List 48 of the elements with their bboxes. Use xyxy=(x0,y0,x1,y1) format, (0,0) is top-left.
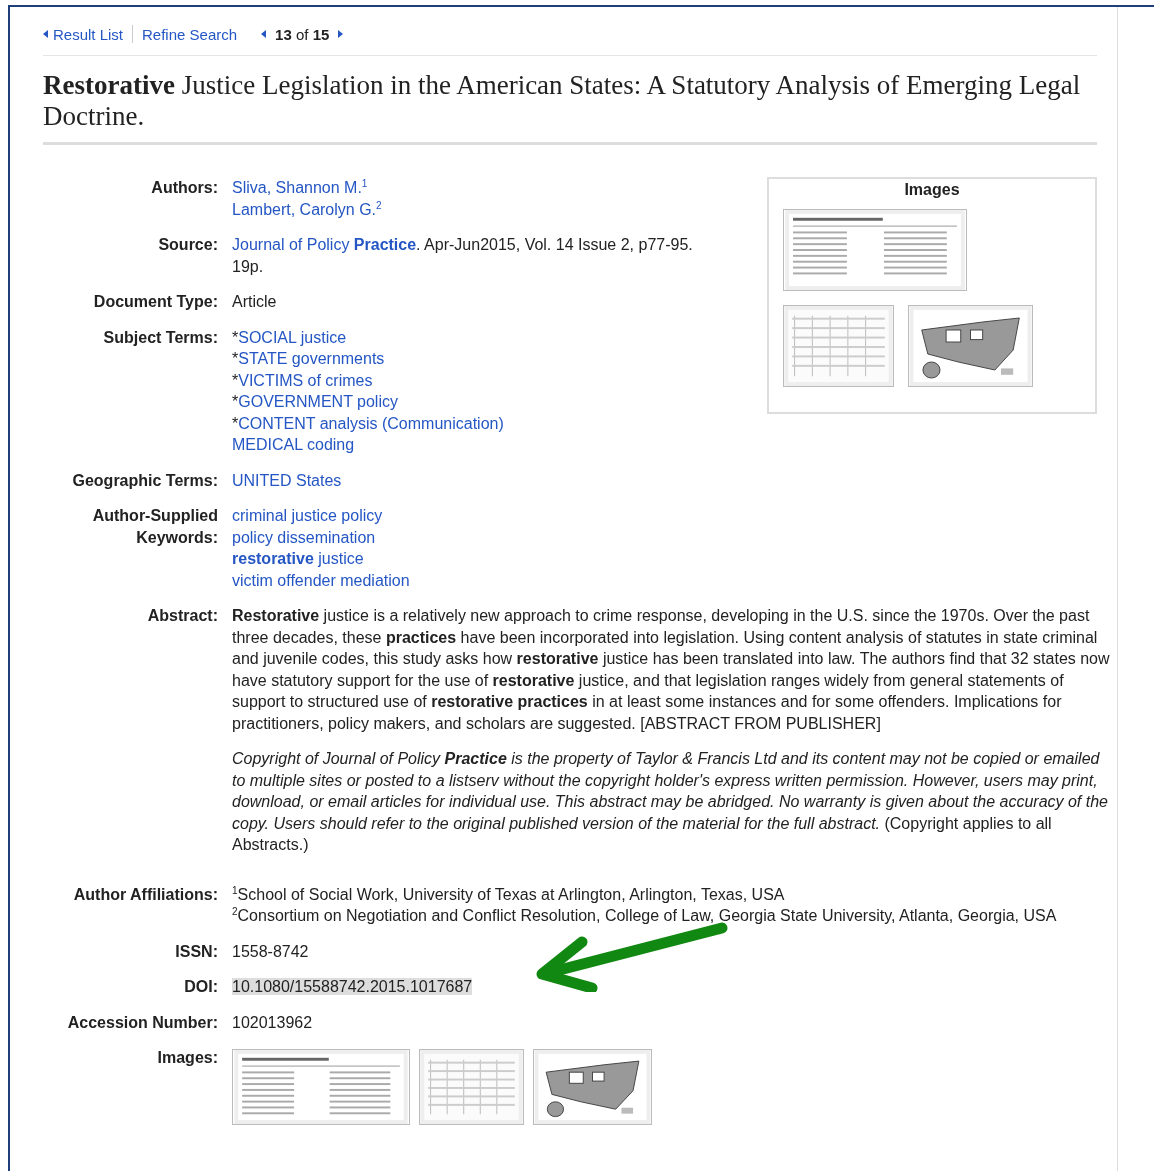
field-label: Images: xyxy=(157,1049,218,1066)
copyright-notice: Copyright of Journal of Policy Practice is the property of Taylor & Francis Ltd and its content may not be copied or emailed to multiple sites or posted to a listserv without the copyright holder's express written permission. However, users may print, download, or email articles for individual use. This abstract may be abridged. No warranty is given about the accuracy of the copy. Users should refer to the original published version of the material for the full abstract. (Copyright applies to all Abstracts.) xyxy=(232,749,1109,855)
term-link[interactable]: victim offender mediation xyxy=(232,571,410,589)
field-label: ISSN: xyxy=(175,942,218,960)
field-value: Article xyxy=(232,292,278,312)
field-label: Geographic Terms: xyxy=(72,471,218,489)
field-label: Author-Supplied Keywords: xyxy=(92,507,218,546)
term-link[interactable]: restorative justice xyxy=(232,550,364,567)
term-link[interactable]: CONTENT analysis (Communication) xyxy=(238,414,504,432)
term-link[interactable]: policy dissemination xyxy=(232,528,376,546)
term-link[interactable]: Sliva, Shannon M.$^{1}$ xyxy=(232,179,368,196)
field-value: 102013962 xyxy=(232,1012,314,1033)
major-term-mark: * xyxy=(232,414,239,432)
term-link[interactable]: Lambert, Carolyn G.$^{2}$ xyxy=(232,200,382,218)
term-link[interactable]: UNITED States xyxy=(232,471,342,489)
journal-link[interactable]: Journal of Policy Practice xyxy=(232,236,417,253)
term-link[interactable]: criminal justice policy xyxy=(232,507,383,524)
affiliation: $^{2}$Consortium on Negotiation and Conflict Resolution, College of Law, Georgia State University, Atlanta, Georgia, USA xyxy=(232,905,1058,926)
nav-link[interactable]: Result List xyxy=(43,25,124,43)
next-icon[interactable] xyxy=(338,30,344,38)
nav-link[interactable]: Refine Search xyxy=(142,25,238,43)
field-label: Subject Terms: xyxy=(103,328,218,346)
term-link[interactable]: STATE governments xyxy=(238,350,385,367)
major-term-mark: * xyxy=(232,350,239,367)
major-term-mark: * xyxy=(232,371,239,389)
previous-icon[interactable] xyxy=(261,30,267,38)
record-title: Restorative Justice Legislation in the American States: A Statutory Analysis of Emerging Legal Doctrine. xyxy=(43,70,1082,132)
field-label: Document Type: xyxy=(93,293,218,310)
field-label: Author Affiliations: xyxy=(73,885,218,903)
major-term-mark: * xyxy=(232,393,239,410)
field-label: Accession Number: xyxy=(67,1013,218,1031)
field-value: 1558-8742 xyxy=(232,941,310,962)
term-link[interactable]: GOVERNMENT policy xyxy=(238,393,398,410)
affiliation: $^{1}$School of Social Work, University of Texas at Arlington, Arlington, Texas, USA xyxy=(232,883,786,905)
field-label: Abstract: xyxy=(147,607,218,624)
term-link[interactable]: SOCIAL justice xyxy=(238,328,347,346)
abstract-paragraph: Restorative justice is a relatively new approach to crime response, developing in the U.S. since the 1970s. Over the past three decades, these practices have been incorporated into legislation. Using content analysis of statutes in state criminal and juvenile codes, this study asks how restorative justice has been translated into law. The authors find that 32 states now have statutory support for the use of restorative justice, and that legislation ranges widely from general statements of support to structured use of restorative practices in at least some instances and for some offenders. Implications for practitioners, policy makers, and scholars are suggested. [ABSTRACT FROM PUBLISHER] xyxy=(232,606,1111,734)
field-label: Authors: xyxy=(151,179,218,196)
term-link[interactable]: VICTIMS of crimes xyxy=(238,371,373,389)
panel-title: Images xyxy=(903,181,961,199)
field-label: DOI: xyxy=(184,978,218,995)
back-arrow-icon xyxy=(43,30,48,38)
field-label: Source: xyxy=(158,236,218,253)
major-term-mark: * xyxy=(232,328,239,346)
source-citation: Journal of Policy Practice. Apr-Jun2015, Vol. 14 Issue 2, p77-95. 19p. xyxy=(232,235,694,277)
page-counter: 13 of 15 xyxy=(275,25,330,43)
doi-value: 10.1080/15588742.2015.1017687 xyxy=(232,978,473,995)
term-link[interactable]: MEDICAL coding xyxy=(232,436,355,453)
